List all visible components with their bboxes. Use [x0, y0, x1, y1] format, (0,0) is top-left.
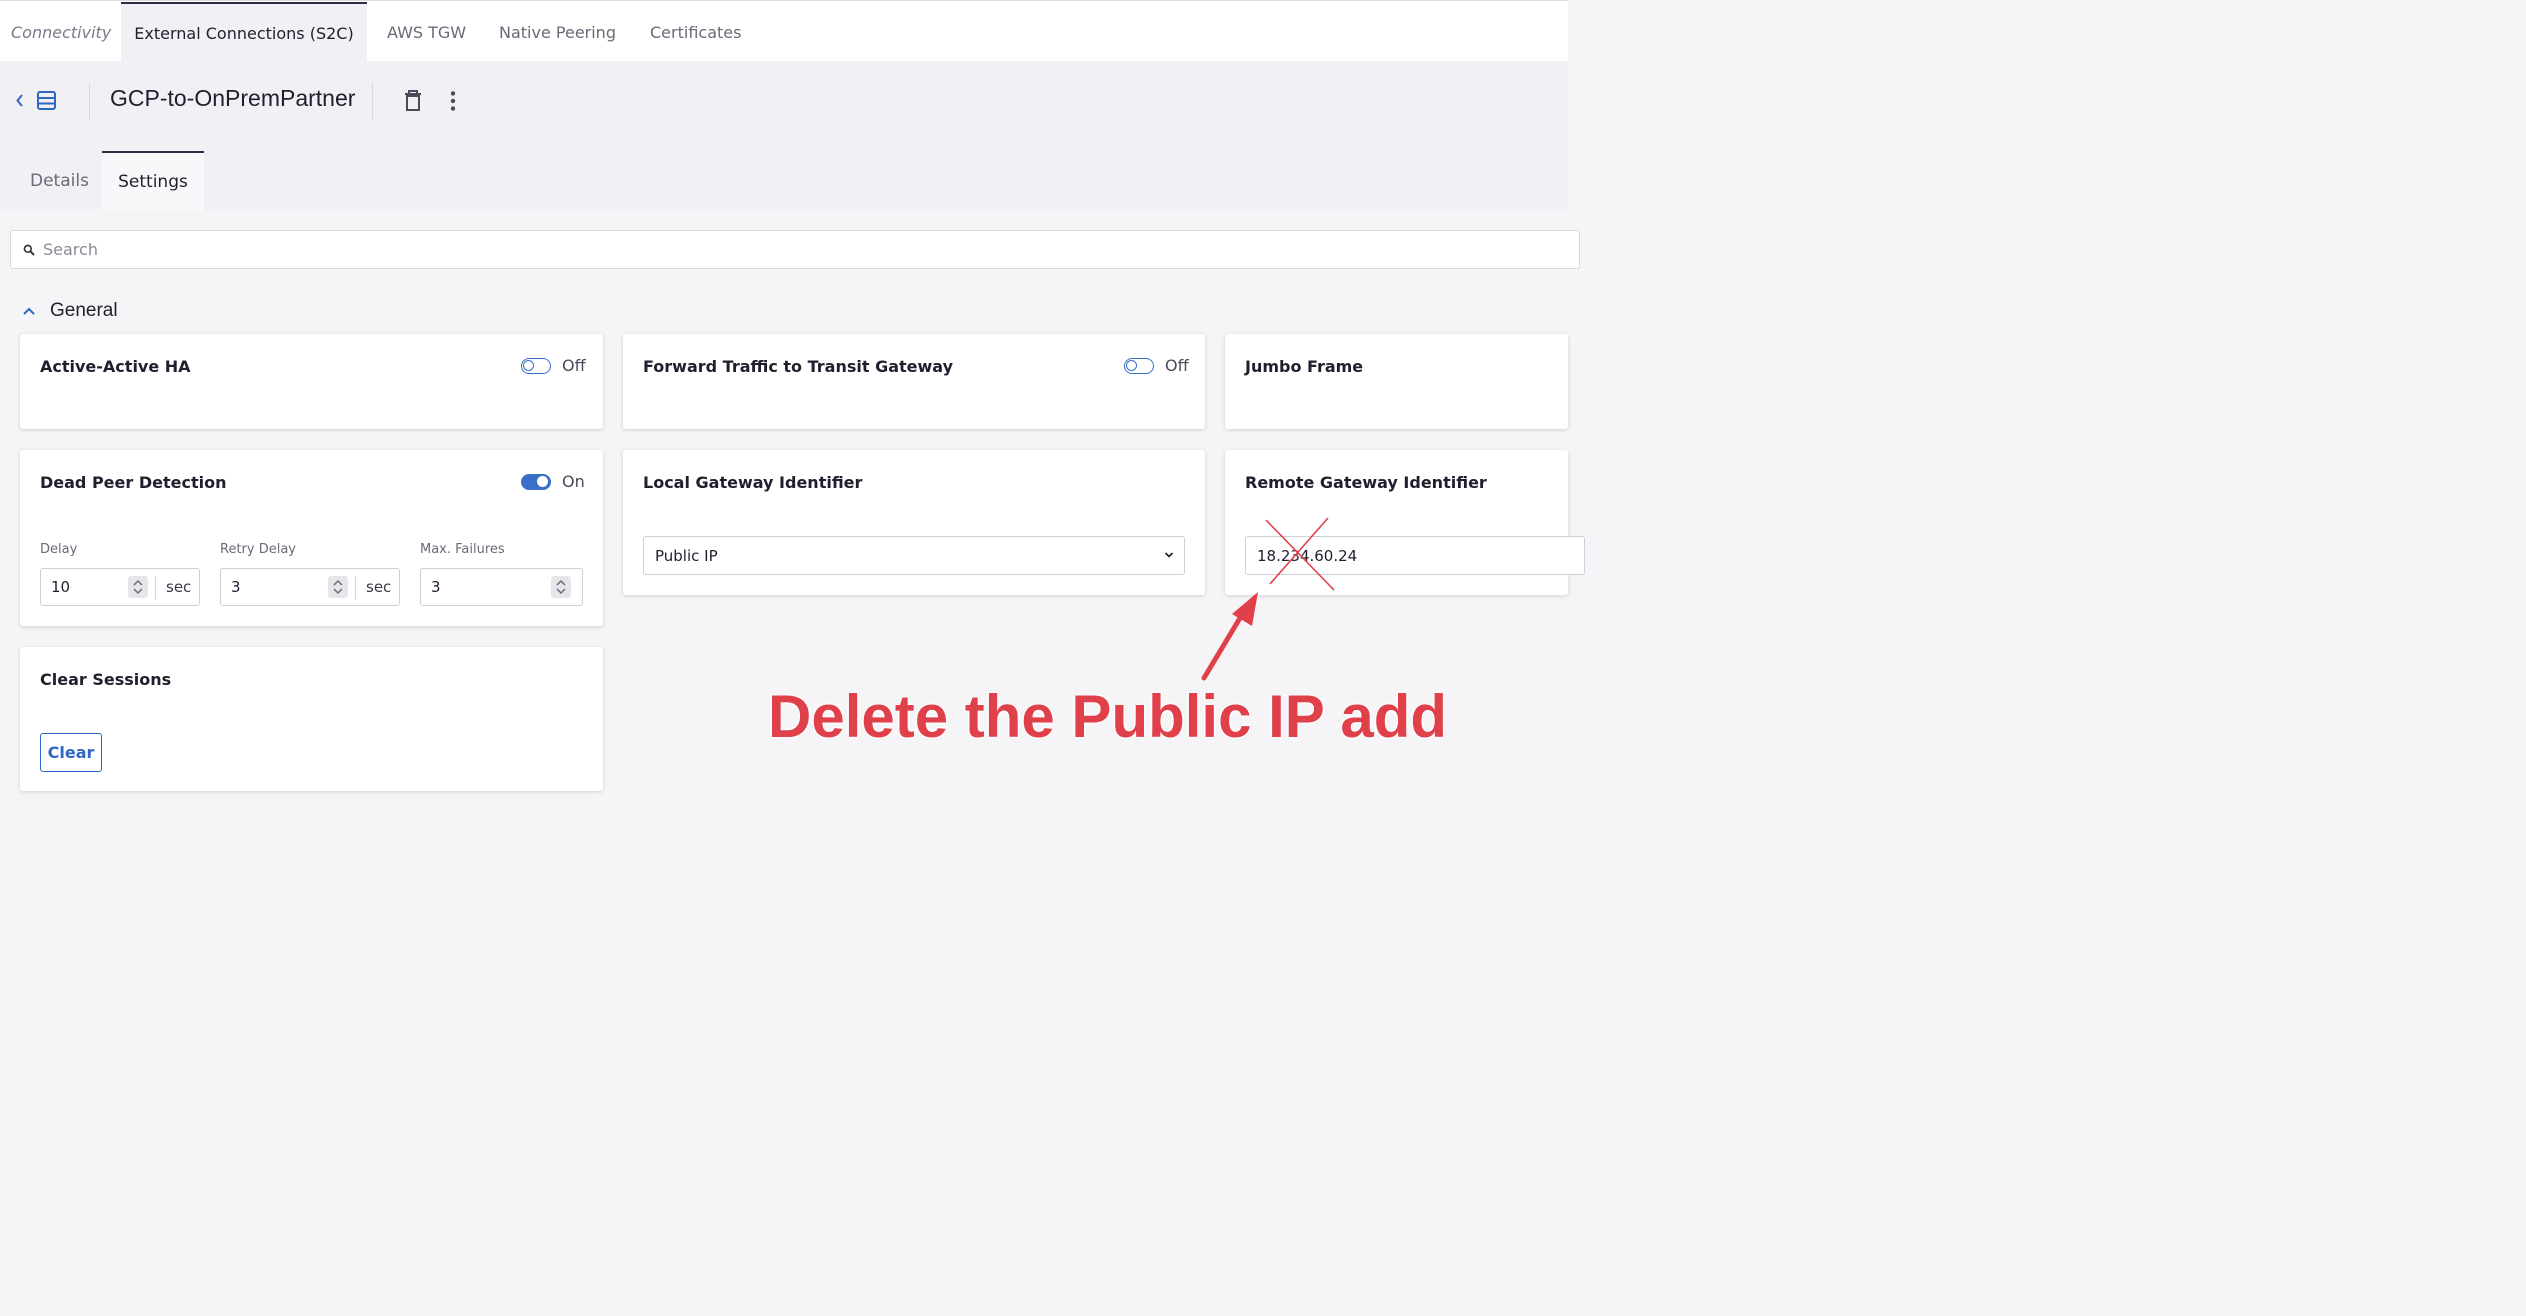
red-arrow-icon	[1201, 592, 1258, 681]
annotation-text: Delete the Public IP add	[768, 683, 1448, 750]
red-x-mark	[1265, 517, 1335, 591]
